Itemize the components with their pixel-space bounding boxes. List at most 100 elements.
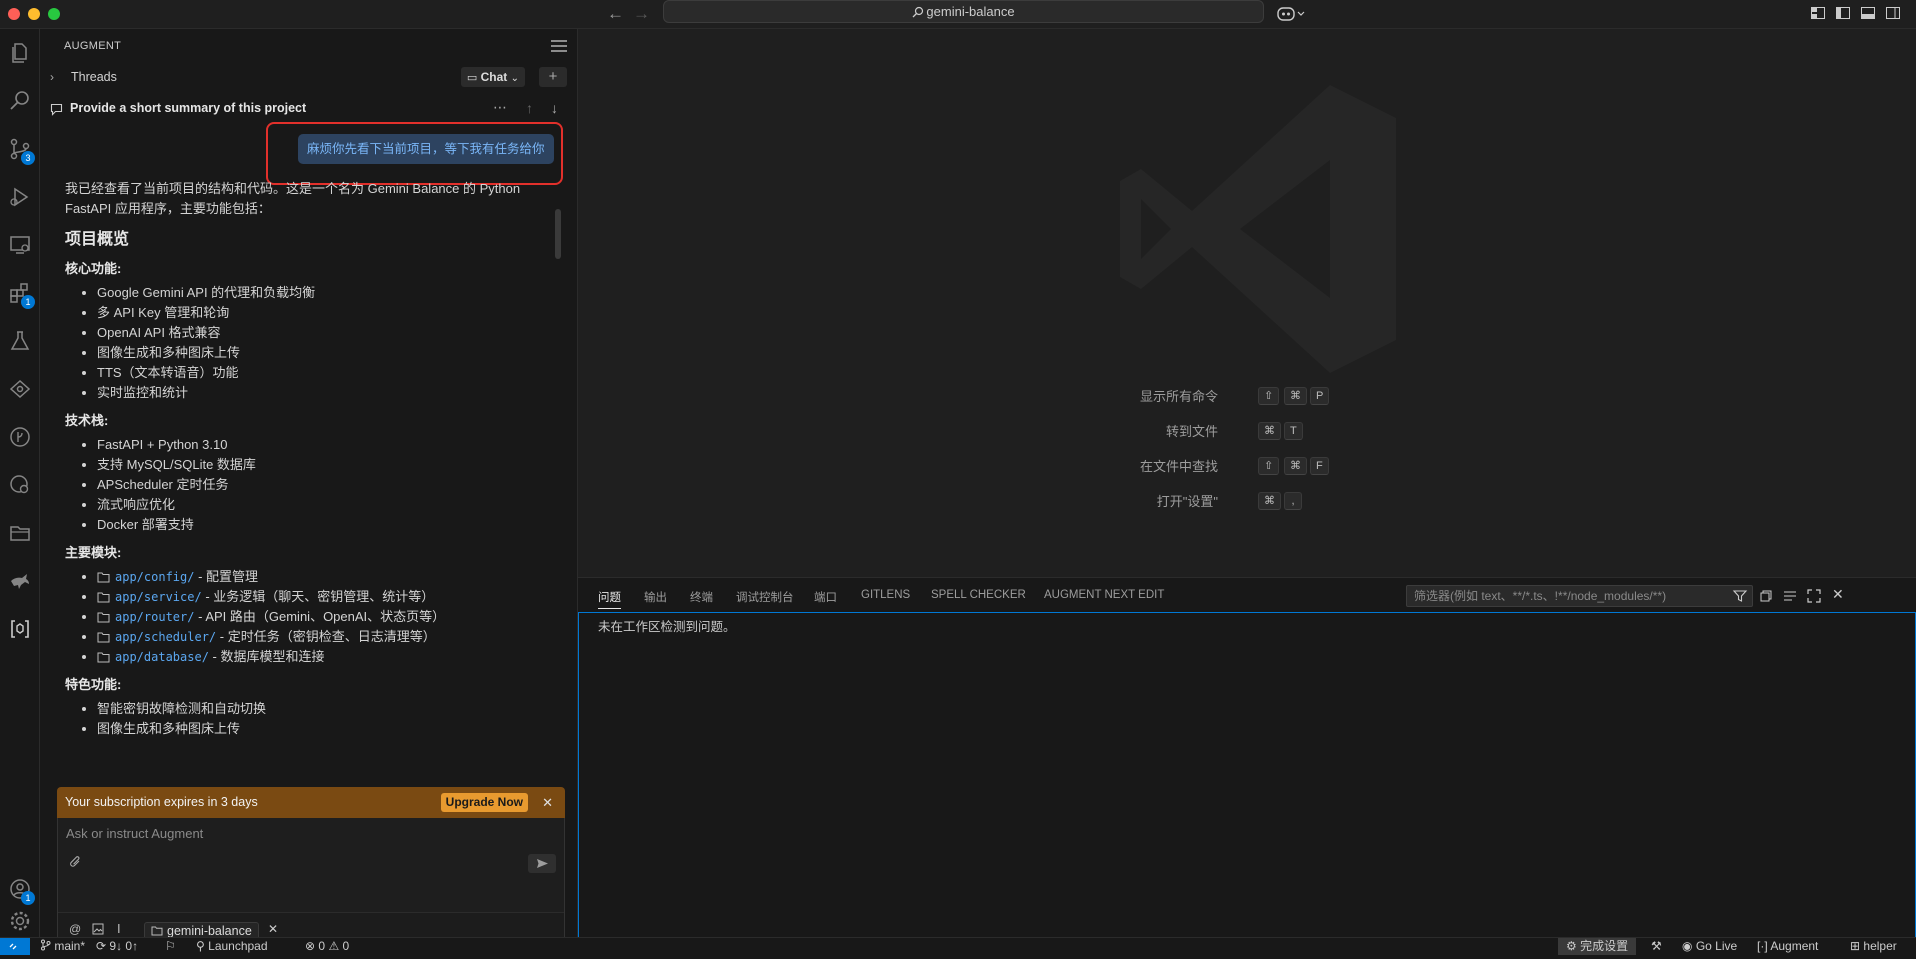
bottom-panel: 问题 输出 终端 调试控制台 端口 GITLENS SPELL CHECKER … bbox=[578, 577, 1916, 938]
tab-output[interactable]: 输出 bbox=[644, 589, 667, 609]
search-icon[interactable] bbox=[8, 89, 32, 113]
go-live-item[interactable]: ◉ Go Live bbox=[1682, 938, 1737, 954]
extensions-icon[interactable]: 1 bbox=[8, 281, 35, 309]
remote-indicator[interactable] bbox=[0, 938, 30, 955]
toggle-secondary-sidebar-icon[interactable] bbox=[1885, 5, 1901, 23]
upgrade-now-button[interactable]: Upgrade Now bbox=[440, 793, 528, 812]
copilot-icon[interactable] bbox=[1277, 5, 1307, 23]
menu-icon[interactable] bbox=[551, 40, 567, 52]
key-badge: P bbox=[1310, 387, 1330, 405]
close-window-button[interactable] bbox=[8, 8, 20, 20]
problems-item[interactable]: ⊗ 0 ⚠ 0 bbox=[305, 938, 349, 954]
status-bar: main* ⟳ 9↓ 0↑ ⚐ ⚲ Launchpad ⊗ 0 ⚠ 0 ⚙ 完成… bbox=[0, 937, 1916, 955]
command-center-search[interactable]: gemini-balance bbox=[663, 0, 1264, 23]
more-options-icon[interactable]: ⋯ bbox=[493, 99, 507, 116]
tab-terminal[interactable]: 终端 bbox=[690, 589, 713, 609]
launchpad-item[interactable]: ⚲ Launchpad bbox=[196, 938, 268, 954]
list-item: app/database/ - 数据库模型和连接 bbox=[65, 647, 575, 667]
key-badge: ⌘ bbox=[1284, 387, 1307, 405]
git-graph-icon[interactable] bbox=[8, 425, 32, 449]
gitlens-inspect-icon[interactable] bbox=[8, 473, 32, 497]
maximize-panel-icon[interactable] bbox=[1806, 588, 1822, 604]
problems-filter-input[interactable]: 筛选器(例如 text、**/*.ts、!**/node_modules/**) bbox=[1406, 585, 1753, 607]
tab-gitlens[interactable]: GITLENS bbox=[861, 589, 910, 609]
sync-icon: ⟳ bbox=[96, 939, 107, 953]
run-debug-icon[interactable] bbox=[8, 185, 32, 209]
folder-icon bbox=[97, 652, 110, 663]
maximize-window-button[interactable] bbox=[48, 8, 60, 20]
list-item: 支持 MySQL/SQLite 数据库 bbox=[65, 455, 575, 475]
chevron-right-icon[interactable]: › bbox=[50, 67, 54, 87]
problems-view: 未在工作区检测到问题。 bbox=[578, 612, 1916, 938]
toggle-panel-icon[interactable] bbox=[1860, 5, 1876, 23]
testing-icon[interactable] bbox=[8, 329, 32, 353]
sync-item[interactable]: ⟳ 9↓ 0↑ bbox=[96, 938, 138, 954]
tab-ports[interactable]: 端口 bbox=[814, 589, 837, 609]
thread-title: Provide a short summary of this project bbox=[70, 101, 307, 115]
explorer-icon[interactable] bbox=[8, 41, 32, 65]
send-button[interactable] bbox=[528, 854, 556, 873]
accounts-icon[interactable]: 1 bbox=[8, 877, 35, 905]
chat-input-box: Ask or instruct Augment @ I gemini-balan… bbox=[57, 818, 565, 949]
forward-arrow-icon[interactable]: → bbox=[633, 4, 650, 24]
helper-item[interactable]: ⊞ helper bbox=[1850, 938, 1897, 954]
list-item: 流式响应优化 bbox=[65, 495, 575, 515]
kangaroo-icon[interactable] bbox=[8, 569, 32, 593]
branch-item[interactable]: main* bbox=[40, 938, 85, 954]
branch-name: main* bbox=[54, 939, 86, 953]
augment-status-item[interactable]: [·] Augment bbox=[1757, 938, 1818, 954]
augment-sidebar: AUGMENT › Threads ▭ Chat ⌄ + Provide a s… bbox=[40, 29, 578, 949]
chat-scrollbar[interactable] bbox=[555, 209, 561, 259]
module-desc: - 配置管理 bbox=[194, 569, 259, 584]
vscode-logo-icon bbox=[1120, 85, 1396, 373]
close-panel-icon[interactable]: ✕ bbox=[1832, 586, 1844, 603]
search-text: gemini-balance bbox=[926, 4, 1015, 19]
scroll-down-icon[interactable]: ↓ bbox=[551, 100, 558, 116]
chat-bubble-icon bbox=[50, 103, 63, 116]
minimize-window-button[interactable] bbox=[28, 8, 40, 20]
toggle-primary-sidebar-icon[interactable] bbox=[1835, 5, 1851, 23]
image-icon[interactable] bbox=[92, 923, 104, 938]
augment-icon[interactable] bbox=[8, 617, 32, 641]
tech-stack-list: FastAPI + Python 3.10 支持 MySQL/SQLite 数据… bbox=[65, 435, 575, 535]
scroll-up-icon[interactable]: ↑ bbox=[526, 100, 533, 116]
tab-debug-console[interactable]: 调试控制台 bbox=[736, 589, 794, 609]
gitlens-icon[interactable] bbox=[8, 377, 32, 401]
filter-icon[interactable] bbox=[1732, 588, 1748, 604]
close-icon[interactable]: ✕ bbox=[542, 787, 553, 818]
tab-augment-next-edit[interactable]: AUGMENT NEXT EDIT bbox=[1044, 589, 1164, 609]
error-icon: ⊗ bbox=[305, 939, 316, 953]
tab-problems[interactable]: 问题 bbox=[598, 589, 621, 609]
module-path-link[interactable]: app/config/ bbox=[115, 570, 194, 584]
source-control-icon[interactable]: 3 bbox=[8, 137, 35, 165]
debug-icon[interactable]: ⚒ bbox=[1651, 938, 1662, 954]
tab-spell-checker[interactable]: SPELL CHECKER bbox=[931, 589, 1026, 609]
back-arrow-icon[interactable]: ← bbox=[607, 4, 624, 24]
new-thread-button[interactable]: + bbox=[539, 67, 567, 87]
subscription-banner: Your subscription expires in 3 days Upgr… bbox=[57, 787, 565, 818]
customize-layout-icon[interactable] bbox=[1810, 5, 1826, 23]
user-message: 麻烦你先看下当前项目，等下我有任务给你 bbox=[298, 134, 554, 164]
remote-icon bbox=[9, 943, 17, 950]
remote-explorer-icon[interactable] bbox=[8, 233, 32, 257]
source-control-badge: 3 bbox=[21, 151, 35, 165]
attach-icon[interactable] bbox=[69, 855, 82, 872]
project-manager-icon[interactable] bbox=[8, 521, 32, 545]
chat-input[interactable]: Ask or instruct Augment bbox=[66, 826, 203, 841]
module-path-link[interactable]: app/database/ bbox=[115, 650, 209, 664]
module-path-link[interactable]: app/service/ bbox=[115, 590, 202, 604]
copy-icon[interactable] bbox=[1758, 588, 1774, 604]
threads-toggle[interactable]: Threads bbox=[71, 67, 117, 87]
word-wrap-icon[interactable] bbox=[1782, 588, 1798, 604]
manage-gear-icon[interactable] bbox=[8, 909, 32, 933]
mention-icon[interactable]: @ bbox=[69, 922, 81, 936]
module-path-link[interactable]: app/scheduler/ bbox=[115, 630, 216, 644]
finish-setup-item[interactable]: ⚙ 完成设置 bbox=[1558, 938, 1637, 955]
list-item: app/config/ - 配置管理 bbox=[65, 567, 575, 587]
remove-context-icon[interactable]: ✕ bbox=[268, 922, 278, 936]
accessibility-icon[interactable]: ⚐ bbox=[165, 938, 176, 954]
augment-icon: [·] bbox=[1757, 939, 1768, 953]
chat-mode-dropdown[interactable]: ▭ Chat ⌄ bbox=[460, 67, 525, 87]
module-path-link[interactable]: app/router/ bbox=[115, 610, 194, 624]
text-cursor-icon[interactable]: I bbox=[117, 921, 121, 936]
